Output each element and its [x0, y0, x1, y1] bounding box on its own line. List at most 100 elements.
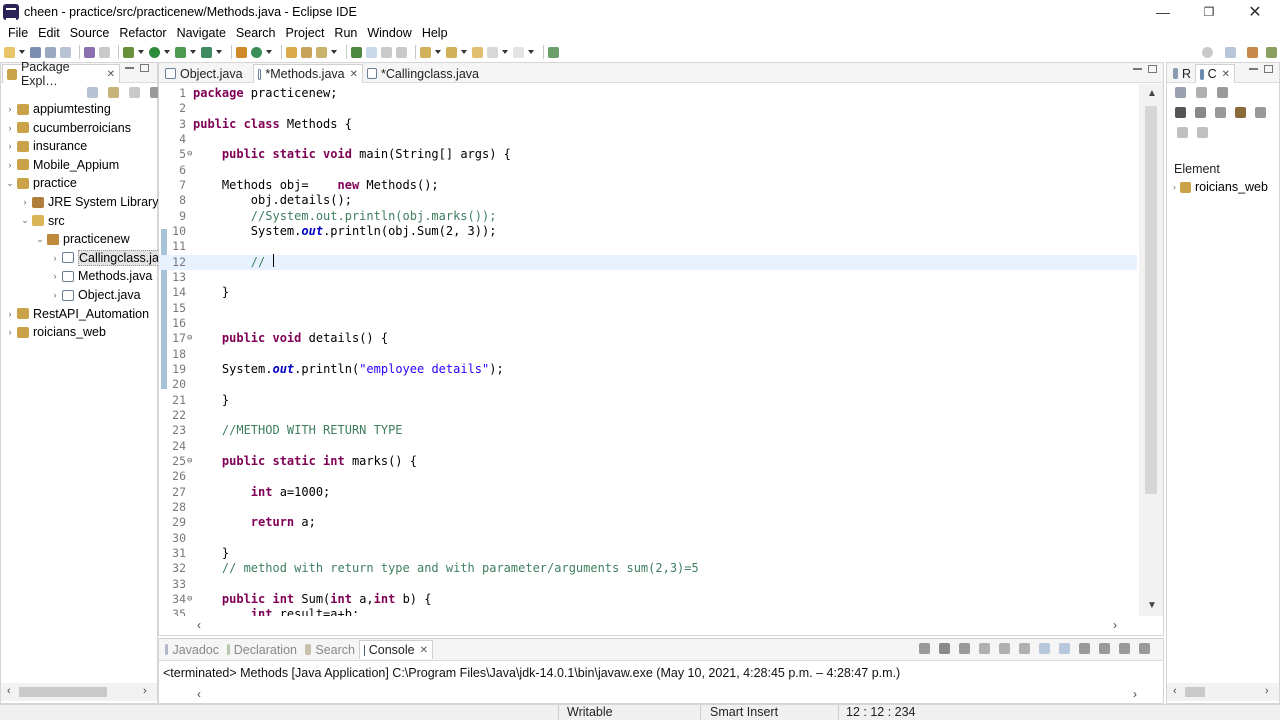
java-perspective-icon[interactable]: [1266, 46, 1277, 58]
next-annotation-dropdown-icon[interactable]: [435, 50, 441, 54]
scroll-right-icon[interactable]: ›: [1265, 685, 1269, 697]
remove-icon[interactable]: [1175, 107, 1186, 118]
scroll-left-icon[interactable]: ‹: [197, 618, 201, 632]
tab-callingclass-java[interactable]: *Callingclass.java: [363, 64, 483, 83]
code-line[interactable]: 24: [159, 439, 1137, 454]
code-line[interactable]: 21 }: [159, 393, 1137, 408]
code-line[interactable]: 28: [159, 500, 1137, 515]
tree-item[interactable]: › appiumtesting: [1, 100, 111, 118]
chevron-right-icon[interactable]: ›: [5, 160, 15, 170]
minimize-view-icon[interactable]: [1249, 68, 1258, 70]
close-icon[interactable]: ✕: [350, 69, 358, 80]
menu-run[interactable]: Run: [329, 26, 362, 40]
code-area[interactable]: 1 package practicenew; 2 3 public class Meth…: [159, 84, 1137, 616]
previous-annotation-icon[interactable]: [446, 46, 457, 58]
tab-object-java[interactable]: Object.java: [161, 64, 253, 83]
code-line[interactable]: 18: [159, 347, 1137, 362]
menu-source[interactable]: Source: [65, 26, 115, 40]
search-icon[interactable]: [1202, 46, 1213, 58]
code-line[interactable]: 5 ⊖ public static void main(String[] args…: [159, 147, 1137, 162]
chevron-right-icon[interactable]: ›: [5, 104, 15, 114]
clear-console-icon[interactable]: [979, 643, 990, 654]
code-line[interactable]: 27 int a=1000;: [159, 485, 1137, 500]
minimize-button[interactable]: —: [1140, 0, 1186, 24]
link-icon[interactable]: [1175, 87, 1186, 98]
fold-toggle-icon[interactable]: ⊖: [187, 454, 192, 469]
debug-icon[interactable]: [123, 46, 134, 58]
tree-item[interactable]: ⌄ practice: [1, 174, 77, 192]
menu-window[interactable]: Window: [362, 26, 416, 40]
expand-icon[interactable]: [1177, 127, 1188, 138]
open-task-icon[interactable]: [301, 46, 312, 58]
code-line[interactable]: 19 System.out.println("employee details"…: [159, 362, 1137, 377]
chevron-right-icon[interactable]: ›: [50, 271, 60, 281]
code-line[interactable]: 26: [159, 469, 1137, 484]
editor-vscroll[interactable]: ▲ ▼: [1139, 84, 1163, 616]
chevron-down-icon[interactable]: ⌄: [20, 215, 30, 226]
tab-console[interactable]: Console ✕: [359, 640, 433, 659]
tab-declaration[interactable]: Declaration: [223, 640, 301, 659]
sort-icon[interactable]: [1197, 127, 1208, 138]
new-dropdown-icon[interactable]: [19, 50, 25, 54]
filter-icon[interactable]: [1196, 87, 1207, 98]
chevron-right-icon[interactable]: ›: [5, 123, 15, 133]
outline-hscroll[interactable]: ‹ ›: [1167, 683, 1279, 701]
maximize-view-icon[interactable]: [1264, 65, 1273, 73]
outline-item[interactable]: › roicians_web: [1173, 180, 1268, 194]
external-tools-dropdown-icon[interactable]: [216, 50, 222, 54]
package-explorer-hscroll[interactable]: ‹ ›: [1, 683, 157, 701]
run-icon[interactable]: [149, 46, 160, 58]
chevron-right-icon[interactable]: ›: [20, 197, 30, 207]
console-hscroll[interactable]: ‹ ›: [159, 685, 1163, 703]
code-line[interactable]: 32 // method with return type and with p…: [159, 561, 1137, 576]
pin-editor-icon[interactable]: [548, 46, 559, 58]
view-menu-icon[interactable]: [1139, 643, 1150, 654]
menu-edit[interactable]: Edit: [33, 26, 65, 40]
search-dropdown-icon[interactable]: [331, 50, 337, 54]
chevron-down-icon[interactable]: ⌄: [35, 234, 45, 245]
save-icon[interactable]: [30, 46, 41, 58]
menu-navigate[interactable]: Navigate: [172, 26, 231, 40]
tab-package-explorer[interactable]: Package Expl… ✕: [2, 60, 120, 88]
print-icon[interactable]: [60, 46, 71, 58]
tree-item[interactable]: › RestAPI_Automation: [1, 305, 150, 323]
external-tools-icon[interactable]: [201, 46, 212, 58]
scroll-right-icon[interactable]: ›: [1113, 618, 1117, 632]
focus-icon[interactable]: [129, 87, 140, 98]
hscroll-thumb[interactable]: [19, 687, 107, 697]
tree-item[interactable]: ⌄ practicenew: [1, 230, 129, 248]
open-console-icon[interactable]: [1119, 643, 1130, 654]
debug-dropdown-icon[interactable]: [138, 50, 144, 54]
java-ee-perspective-icon[interactable]: [1247, 46, 1258, 58]
tree-item[interactable]: ⌄ src: [1, 212, 64, 230]
forward-icon[interactable]: [513, 46, 524, 58]
code-line[interactable]: 14 }: [159, 285, 1137, 300]
fold-toggle-icon[interactable]: ⊖: [187, 331, 192, 346]
display-console-icon[interactable]: [1099, 643, 1110, 654]
code-line[interactable]: 35 int result=a+b;: [159, 607, 1137, 616]
minimize-view-icon[interactable]: [125, 67, 134, 69]
vscroll-thumb[interactable]: [1145, 106, 1157, 494]
tree-item[interactable]: › Callingclass.ja: [1, 249, 162, 267]
save-all-icon[interactable]: [45, 46, 56, 58]
chevron-right-icon[interactable]: ›: [5, 141, 15, 151]
maximize-view-icon[interactable]: [140, 64, 149, 72]
fold-toggle-icon[interactable]: ⊖: [187, 147, 192, 162]
chevron-right-icon[interactable]: ›: [5, 309, 15, 319]
code-line[interactable]: 25 ⊖ public static int marks() {: [159, 454, 1137, 469]
open-type-icon[interactable]: [286, 46, 297, 58]
maximize-button[interactable]: ❐: [1186, 0, 1232, 24]
new-package-icon[interactable]: [251, 46, 262, 58]
collapse-all-icon[interactable]: [87, 87, 98, 98]
tab-r[interactable]: R: [1169, 64, 1195, 83]
show-whitespace-icon[interactable]: [396, 46, 407, 58]
code-line[interactable]: 11: [159, 239, 1137, 254]
code-line[interactable]: 34 ⊖ public int Sum(int a,int b) {: [159, 592, 1137, 607]
block-selection-icon[interactable]: [381, 46, 392, 58]
previous-annotation-dropdown-icon[interactable]: [461, 50, 467, 54]
terminate-icon[interactable]: [919, 643, 930, 654]
tree-item[interactable]: › JRE System Library [: [1, 193, 166, 211]
chevron-right-icon[interactable]: ›: [5, 327, 15, 337]
tab-javadoc[interactable]: Javadoc: [161, 640, 223, 659]
skip-breakpoints-icon[interactable]: [99, 46, 110, 58]
